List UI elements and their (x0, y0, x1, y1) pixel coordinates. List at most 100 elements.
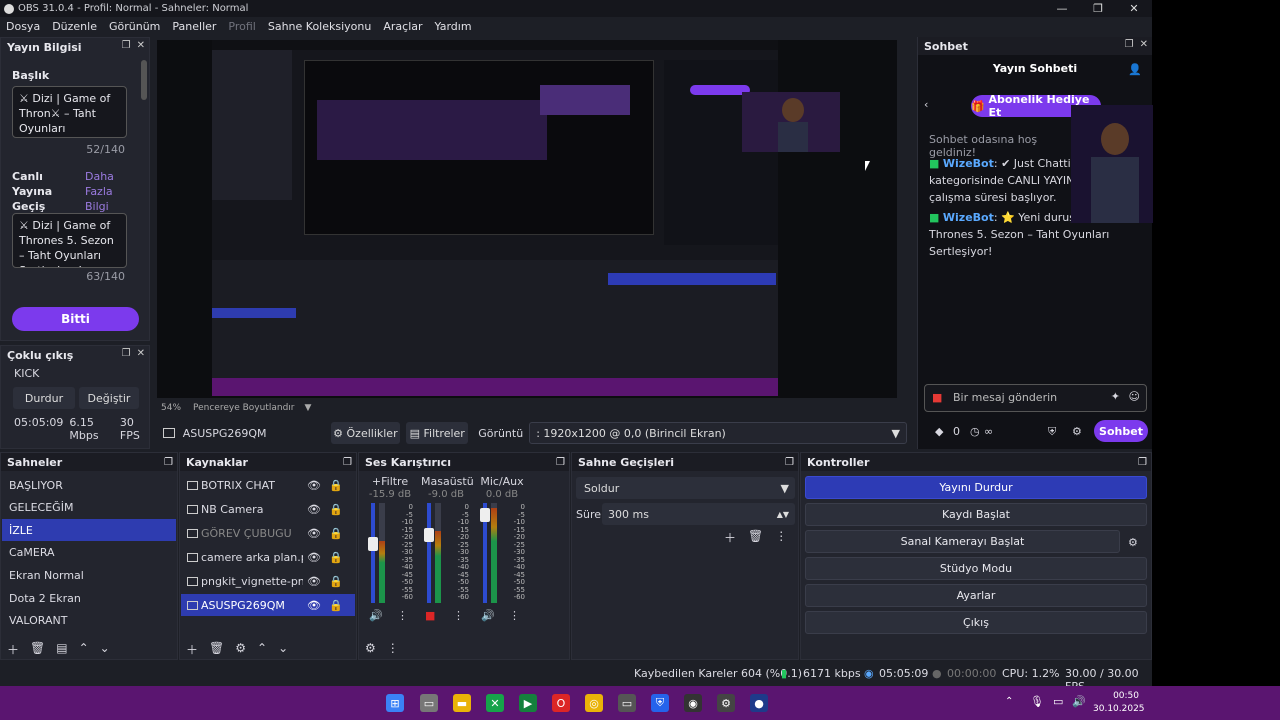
more-icon[interactable]: ⋮ (775, 529, 787, 546)
arrow-up-icon[interactable]: ⌃ (257, 641, 267, 658)
chrome-icon[interactable]: ◎ (585, 694, 603, 712)
control-button[interactable]: Ayarlar (805, 584, 1147, 607)
lock-icon[interactable]: 🔒 (329, 527, 343, 540)
control-button[interactable]: Yayını Durdur (805, 476, 1147, 499)
display-select[interactable]: : 1920x1200 @ 0,0 (Birincil Ekran) ▼ (529, 422, 907, 444)
menu-file[interactable]: Dosya (6, 20, 40, 33)
slider-handle[interactable] (480, 507, 490, 522)
scene-item[interactable]: Ekran Normal (2, 564, 176, 586)
scene-item[interactable]: CaMERA (2, 542, 176, 564)
properties-button[interactable]: ⚙ Özellikler (330, 422, 401, 444)
trash-icon[interactable]: 🗑 (30, 641, 45, 658)
visibility-eye-icon[interactable]: 👁 (307, 599, 321, 612)
done-button[interactable]: Bitti (12, 307, 139, 331)
chat-input[interactable]: ■ Bir mesaj gönderin ✦ ☺ (924, 384, 1147, 412)
change-button[interactable]: Değiştir (79, 387, 139, 409)
float-icon[interactable]: ❐ (122, 348, 131, 359)
control-button[interactable]: Stüdyo Modu (805, 557, 1147, 580)
shield-icon[interactable]: ⛨ (1048, 425, 1056, 439)
user-settings-icon[interactable]: 👤 (1128, 63, 1142, 76)
close-icon[interactable]: ✕ (137, 40, 145, 51)
source-item[interactable]: ASUSPG269QM 👁 🔒 (181, 594, 355, 616)
mic-icon[interactable]: 🎙 (1030, 695, 1044, 708)
notify-field[interactable]: ⚔ Dizi | Game of Thrones 5. Sezon – Taht… (12, 213, 127, 268)
chevron-down-icon[interactable]: ▼ (305, 403, 312, 413)
source-item[interactable]: pngkit_vignette-png-1👁🔒 (181, 570, 355, 592)
arrow-down-icon[interactable]: ⌄ (278, 641, 288, 658)
lock-icon[interactable]: 🔒 (329, 479, 343, 492)
float-icon[interactable]: ❐ (556, 457, 565, 468)
menu-profile[interactable]: Profil (228, 20, 255, 33)
scene-item[interactable]: GELECEĞİM (2, 497, 176, 519)
folder-icon[interactable]: ▬ (453, 694, 471, 712)
close-icon[interactable]: ✕ (137, 348, 145, 359)
arrow-up-icon[interactable]: ⌃ (79, 641, 89, 658)
filter-icon[interactable]: ▤ (56, 641, 67, 658)
lock-icon[interactable]: 🔒 (329, 575, 343, 588)
source-item[interactable]: camere arka plan.png👁🔒 (181, 546, 355, 568)
float-icon[interactable]: ❐ (1138, 457, 1147, 468)
volume-slider[interactable] (371, 503, 375, 603)
scrollbar[interactable] (141, 60, 147, 100)
title-field[interactable]: ⚔ Dizi | Game of Thron⚔ – Taht Oyunları (12, 86, 127, 138)
source-item[interactable]: NB Camera 👁 🔒 (181, 498, 355, 520)
lock-icon[interactable]: 🔒 (329, 503, 343, 516)
source-item[interactable]: GÖREV ÇUBUGU 👁 🔒 (181, 522, 355, 544)
add-icon[interactable]: ＋ (724, 529, 736, 546)
emoji-icon[interactable]: ☺ (1129, 390, 1140, 403)
speaker-icon[interactable]: 🔊 (481, 609, 495, 622)
volume-icon[interactable]: 🔊 (1072, 695, 1086, 708)
control-button[interactable]: Sanal Kamerayı Başlat (805, 530, 1120, 553)
menu-tools[interactable]: Araçlar (383, 20, 422, 33)
visibility-eye-icon[interactable]: 👁 (307, 479, 321, 492)
more-icon[interactable]: ⋮ (387, 641, 399, 655)
xbox-icon[interactable]: ✕ (486, 694, 504, 712)
transition-select[interactable]: Soldur ▼ (576, 477, 795, 499)
send-chat-button[interactable]: Sohbet (1094, 420, 1148, 442)
more-info-link[interactable]: Daha Fazla Bilgi (85, 169, 115, 214)
gear-icon[interactable]: ⚙ (1072, 425, 1082, 438)
volume-slider[interactable] (427, 503, 431, 603)
network-icon[interactable]: ▭ (1053, 695, 1063, 708)
menu-help[interactable]: Yardım (435, 20, 472, 33)
visibility-eye-icon[interactable]: 👁 (307, 527, 321, 540)
float-icon[interactable]: ❐ (122, 40, 131, 51)
task-view-icon[interactable]: ▭ (420, 694, 438, 712)
stop-button[interactable]: Durdur (13, 387, 75, 409)
slider-handle[interactable] (368, 537, 378, 552)
float-icon[interactable]: ❐ (1125, 39, 1134, 50)
maximize-button[interactable]: ❐ (1080, 0, 1116, 17)
clock[interactable]: 00:50 30.10.2025 (1093, 690, 1145, 716)
visibility-eye-icon[interactable]: 👁 (307, 551, 321, 564)
scene-item[interactable]: VALORANT (2, 610, 176, 632)
chevron-left-icon[interactable]: ‹ (924, 98, 928, 111)
scene-item[interactable]: Dota 2 Ekran (2, 587, 176, 609)
menu-view[interactable]: Görünüm (109, 20, 160, 33)
menu-scene-collection[interactable]: Sahne Koleksiyonu (268, 20, 372, 33)
minimize-button[interactable]: — (1044, 0, 1080, 17)
visibility-eye-icon[interactable]: 👁 (307, 575, 321, 588)
muted-speaker-icon[interactable]: ■ (425, 609, 435, 622)
settings-icon[interactable]: ⚙ (717, 694, 735, 712)
tray-chevron-icon[interactable]: ⌃ (1005, 696, 1013, 707)
more-icon[interactable]: ⋮ (397, 609, 408, 622)
steam-icon[interactable]: ● (750, 694, 768, 712)
fit-dropdown[interactable]: Pencereye Boyutlandır (193, 403, 294, 413)
shield-icon[interactable]: ⛨ (651, 694, 669, 712)
spinner-icon[interactable]: ▲▼ (777, 510, 789, 519)
scene-item[interactable]: İZLE (2, 519, 176, 542)
menu-docks[interactable]: Paneller (172, 20, 216, 33)
source-item[interactable]: BOTRIX CHAT 👁 🔒 (181, 474, 355, 496)
sparkle-icon[interactable]: ✦ (1111, 390, 1120, 403)
more-icon[interactable]: ⋮ (453, 609, 464, 622)
filters-button[interactable]: ▤ Filtreler (406, 422, 469, 444)
arrow-down-icon[interactable]: ⌄ (100, 641, 110, 658)
duration-input[interactable]: 300 ms ▲▼ (602, 503, 795, 525)
trash-icon[interactable]: 🗑 (748, 529, 763, 546)
control-button[interactable]: Kaydı Başlat (805, 503, 1147, 526)
lock-icon[interactable]: 🔒 (329, 599, 343, 612)
gear-icon[interactable]: ⚙ (1128, 536, 1138, 549)
control-button[interactable]: Çıkış (805, 611, 1147, 634)
visibility-eye-icon[interactable]: 👁 (307, 503, 321, 516)
float-icon[interactable]: ❐ (343, 457, 352, 468)
